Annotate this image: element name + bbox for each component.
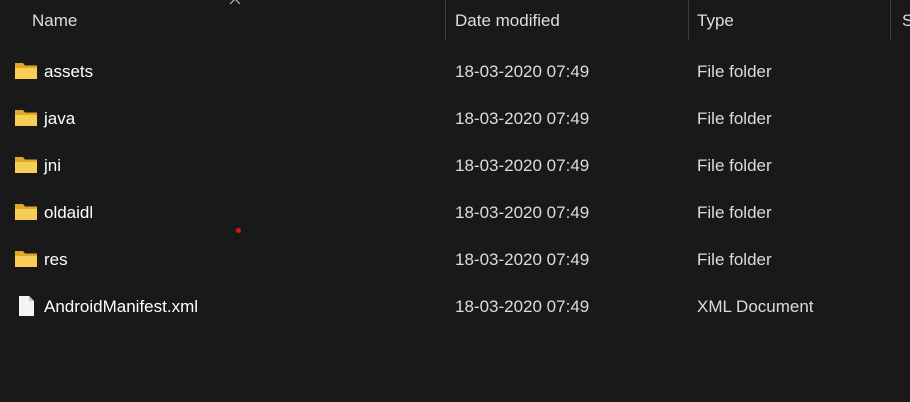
list-item[interactable]: jni 18-03-2020 07:49 File folder bbox=[0, 142, 910, 189]
file-name: oldaidl bbox=[44, 203, 94, 222]
file-date-modified: 18-03-2020 07:49 bbox=[455, 109, 590, 128]
file-type: File folder bbox=[697, 109, 772, 128]
file-type: File folder bbox=[697, 62, 772, 81]
sort-ascending-icon bbox=[229, 0, 241, 5]
file-date-modified: 18-03-2020 07:49 bbox=[455, 250, 590, 269]
list-item[interactable]: java 18-03-2020 07:49 File folder bbox=[0, 95, 910, 142]
file-name: jni bbox=[44, 156, 62, 175]
file-date-modified: 18-03-2020 07:49 bbox=[455, 62, 590, 81]
file-name: assets bbox=[44, 62, 94, 81]
file-date-modified: 18-03-2020 07:49 bbox=[455, 156, 590, 175]
file-type: File folder bbox=[697, 250, 772, 269]
file-icon bbox=[19, 296, 34, 316]
column-divider[interactable] bbox=[890, 0, 891, 40]
file-date-modified: 18-03-2020 07:49 bbox=[455, 297, 590, 316]
file-date-modified: 18-03-2020 07:49 bbox=[455, 203, 590, 222]
file-name: AndroidManifest.xml bbox=[44, 297, 199, 316]
folder-icon bbox=[15, 157, 37, 173]
list-item[interactable]: oldaidl 18-03-2020 07:49 File folder bbox=[0, 189, 910, 236]
list-item[interactable]: res 18-03-2020 07:49 File folder bbox=[0, 236, 910, 283]
file-name: res bbox=[44, 250, 68, 269]
list-item[interactable]: AndroidManifest.xml 18-03-2020 07:49 XML… bbox=[0, 283, 910, 330]
file-list: assets 18-03-2020 07:49 File folder java… bbox=[0, 48, 910, 330]
column-header-size[interactable]: S bbox=[902, 0, 910, 40]
cursor-marker bbox=[236, 228, 241, 233]
file-explorer: Name Date modified Type S assets 18-03-2… bbox=[0, 0, 910, 402]
file-type: File folder bbox=[697, 203, 772, 222]
column-header-name[interactable]: Name bbox=[32, 0, 77, 40]
folder-icon bbox=[15, 204, 37, 220]
file-type: File folder bbox=[697, 156, 772, 175]
folder-icon bbox=[15, 63, 37, 79]
column-header-type[interactable]: Type bbox=[697, 0, 734, 40]
file-type: XML Document bbox=[697, 297, 814, 316]
column-divider[interactable] bbox=[688, 0, 689, 40]
list-item[interactable]: assets 18-03-2020 07:49 File folder bbox=[0, 48, 910, 95]
column-header-bar: Name Date modified Type S bbox=[0, 0, 910, 40]
folder-icon bbox=[15, 110, 37, 126]
column-divider[interactable] bbox=[445, 0, 446, 40]
file-name: java bbox=[44, 109, 76, 128]
folder-icon bbox=[15, 251, 37, 267]
column-header-date-modified[interactable]: Date modified bbox=[455, 0, 560, 40]
